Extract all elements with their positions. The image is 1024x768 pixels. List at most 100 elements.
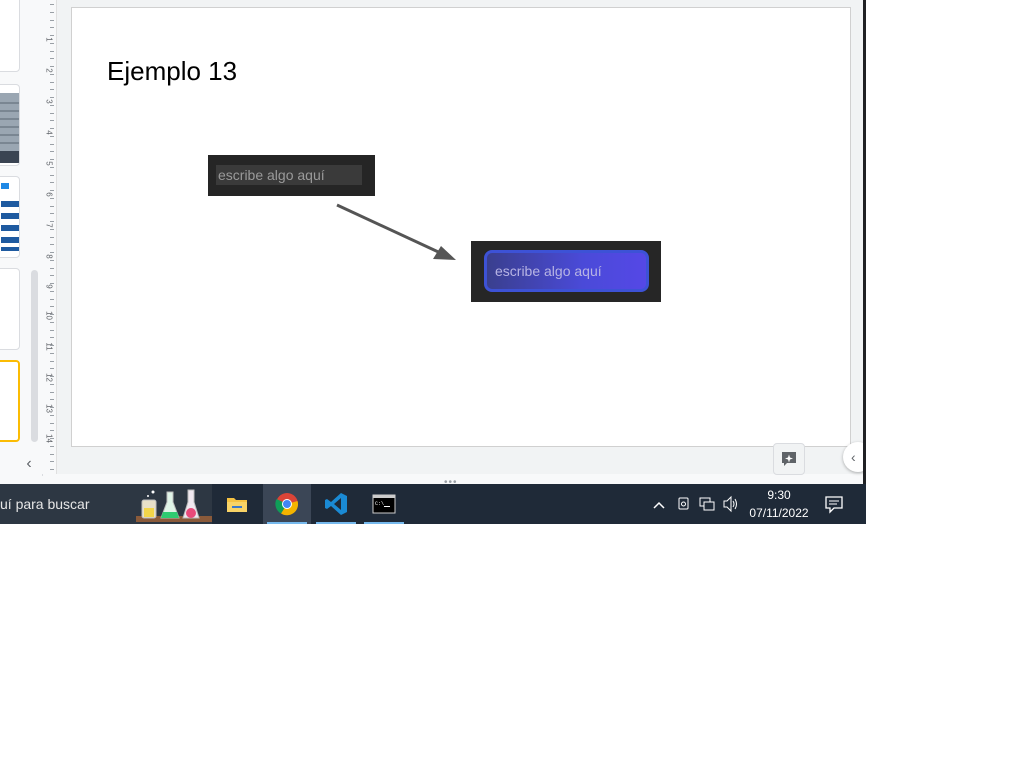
ruler-tick bbox=[50, 74, 54, 75]
taskbar-chrome[interactable] bbox=[263, 484, 311, 524]
ruler-tick bbox=[50, 461, 54, 462]
ruler-tick bbox=[50, 159, 54, 160]
slides-app: ‹ 1 2 3 4 5 6 7 8 9 10 11 12 13 14 Ejemp… bbox=[0, 0, 866, 484]
slide-thumbnails-panel[interactable]: ‹ bbox=[0, 0, 43, 476]
ruler-tick bbox=[50, 399, 54, 400]
svg-text:C:\: C:\ bbox=[375, 501, 384, 507]
ruler-number: 13 bbox=[44, 404, 54, 413]
ruler-tick bbox=[50, 244, 54, 245]
ruler-tick bbox=[50, 237, 54, 238]
vscode-icon bbox=[325, 493, 347, 515]
ruler-tick bbox=[50, 299, 54, 300]
network-icon[interactable] bbox=[698, 484, 718, 524]
ruler-tick bbox=[50, 167, 54, 168]
ruler-tick bbox=[50, 43, 54, 44]
ruler-tick bbox=[50, 105, 54, 106]
ruler-tick bbox=[50, 275, 54, 276]
ruler-tick bbox=[50, 376, 54, 377]
ruler-tick bbox=[50, 345, 54, 346]
ruler-tick bbox=[50, 213, 54, 214]
ruler-tick bbox=[50, 415, 54, 416]
sparkle-chat-icon bbox=[782, 452, 796, 466]
clock-date: 07/11/2022 bbox=[749, 506, 809, 520]
volume-icon[interactable] bbox=[722, 484, 742, 524]
ruler-tick bbox=[50, 361, 54, 362]
collapse-thumbnails-chevron-icon[interactable]: ‹ bbox=[20, 455, 38, 473]
open-app-indicator bbox=[316, 522, 356, 524]
taskbar-vscode[interactable] bbox=[312, 484, 360, 524]
ruler-tick bbox=[50, 27, 54, 28]
ruler-tick bbox=[50, 469, 54, 470]
input-after-placeholder: escribe algo aquí bbox=[484, 250, 649, 292]
ruler-tick bbox=[50, 58, 54, 59]
ruler-tick bbox=[50, 314, 54, 315]
ruler-tick bbox=[50, 66, 54, 67]
ruler-tick bbox=[50, 198, 54, 199]
taskbar-file-explorer[interactable] bbox=[213, 484, 261, 524]
ruler-tick bbox=[50, 337, 54, 338]
ruler-tick bbox=[50, 20, 54, 21]
ruler-tick bbox=[50, 35, 54, 36]
ruler-tick bbox=[50, 423, 54, 424]
ruler-tick bbox=[50, 446, 54, 447]
search-placeholder: uí para buscar bbox=[0, 496, 90, 512]
ruler-tick bbox=[50, 291, 54, 292]
ruler-tick bbox=[50, 89, 54, 90]
ruler-tick bbox=[50, 221, 54, 222]
ruler-tick bbox=[50, 454, 54, 455]
ruler-tick bbox=[50, 407, 54, 408]
ruler-tick bbox=[50, 120, 54, 121]
clock-time: 9:30 bbox=[767, 488, 791, 502]
ruler-tick bbox=[50, 144, 54, 145]
ruler-tick bbox=[50, 206, 54, 207]
terminal-icon: C:\ bbox=[372, 494, 396, 514]
ruler-tick bbox=[50, 330, 54, 331]
show-hidden-icons-chevron-up-icon[interactable] bbox=[652, 484, 668, 524]
active-app-indicator bbox=[267, 522, 307, 524]
meet-now-icon[interactable] bbox=[676, 484, 694, 524]
ruler-tick bbox=[50, 4, 54, 5]
slide-thumbnail[interactable] bbox=[0, 176, 20, 258]
ruler-tick bbox=[50, 438, 54, 439]
vertical-ruler: 1 2 3 4 5 6 7 8 9 10 11 12 13 14 bbox=[42, 0, 57, 474]
slide-thumbnail-selected[interactable] bbox=[0, 360, 20, 442]
taskbar-search-box[interactable]: uí para buscar bbox=[0, 484, 212, 524]
ruler-tick bbox=[50, 182, 54, 183]
ruler-tick bbox=[50, 113, 54, 114]
ruler-tick bbox=[50, 175, 54, 176]
ruler-tick bbox=[50, 322, 54, 323]
ruler-tick bbox=[50, 260, 54, 261]
science-flasks-icon bbox=[136, 489, 212, 522]
ruler-tick bbox=[50, 306, 54, 307]
assist-button[interactable] bbox=[773, 443, 805, 475]
ruler-tick bbox=[50, 82, 54, 83]
input-example-after-image[interactable]: escribe algo aquí bbox=[471, 241, 661, 302]
slide-thumbnail[interactable] bbox=[0, 0, 20, 72]
resize-handle-icon[interactable]: ••• bbox=[444, 477, 458, 484]
windows-taskbar: uí para buscar C:\ 9:30 07/11/2022 bbox=[0, 484, 866, 524]
ruler-tick bbox=[50, 229, 54, 230]
ruler-tick bbox=[50, 268, 54, 269]
ruler-tick bbox=[50, 51, 54, 52]
ruler-tick bbox=[50, 392, 54, 393]
ruler-number: 12 bbox=[44, 373, 54, 382]
ruler-tick bbox=[50, 252, 54, 253]
ruler-tick bbox=[50, 128, 54, 129]
taskbar-terminal[interactable]: C:\ bbox=[360, 484, 408, 524]
taskbar-clock[interactable]: 9:30 07/11/2022 bbox=[748, 486, 810, 522]
slide-thumbnail[interactable] bbox=[0, 84, 20, 166]
thumbnail-preview-icon bbox=[1, 183, 19, 251]
arrow-shape[interactable] bbox=[72, 8, 852, 448]
ruler-tick bbox=[50, 190, 54, 191]
slide-thumbnail[interactable] bbox=[0, 268, 20, 350]
ruler-number: 10 bbox=[44, 311, 54, 320]
open-app-indicator bbox=[364, 522, 404, 524]
ruler-tick bbox=[50, 97, 54, 98]
chrome-icon bbox=[275, 493, 299, 516]
ruler-tick bbox=[50, 283, 54, 284]
thumbnail-preview-icon bbox=[0, 93, 19, 163]
ruler-tick bbox=[50, 384, 54, 385]
notifications-icon[interactable] bbox=[822, 492, 846, 516]
slide-editor[interactable]: Ejemplo 13 escribe algo aquí escribe alg… bbox=[71, 7, 851, 447]
thumbnails-scrollbar[interactable] bbox=[31, 270, 38, 442]
